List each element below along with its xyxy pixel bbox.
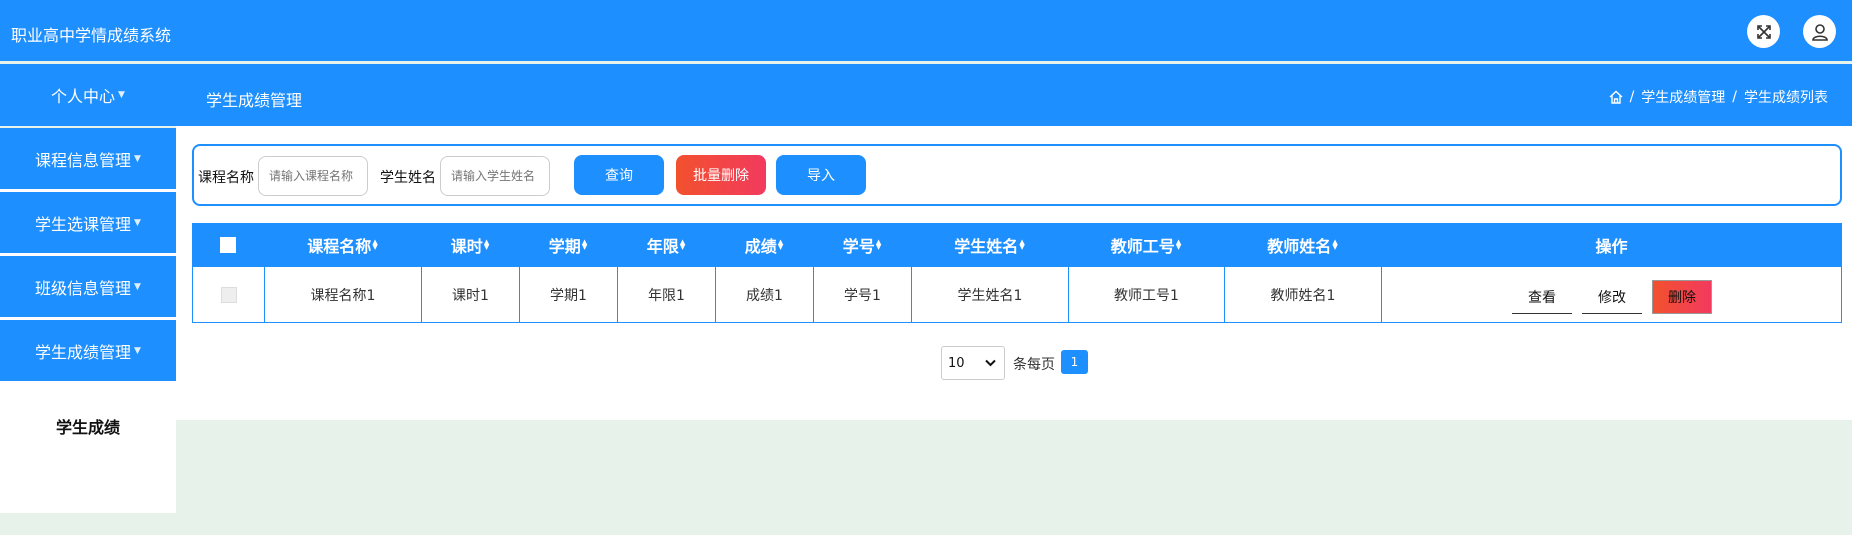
per-page-label: 条每页 <box>1013 357 1055 373</box>
page-size-value: 10 <box>948 355 965 371</box>
chevron-down-icon <box>985 359 996 367</box>
search-bar: 课程名称 学生姓名 查询 批量删除 导入 <box>192 144 1842 206</box>
sidebar: 课程信息管理 ▼ 学生选课管理 ▼ 班级信息管理 ▼ 学生成绩管理 ▼ 学生成绩 <box>0 128 176 513</box>
row-select-cell <box>193 267 265 322</box>
sort-icon: ▲ ▼ <box>483 238 490 251</box>
breadcrumb-separator: / <box>1629 89 1635 105</box>
sidebar-item-class-info[interactable]: 班级信息管理 ▼ <box>0 256 176 317</box>
column-header[interactable]: 年限 ▲ ▼ <box>617 223 715 267</box>
fullscreen-button[interactable] <box>1747 15 1780 48</box>
table-cell: 教师工号1 <box>1069 267 1225 322</box>
course-name-input[interactable] <box>258 156 368 196</box>
column-header[interactable]: 课时 ▲ ▼ <box>421 223 519 267</box>
caret-down-icon: ▼ <box>134 281 141 292</box>
delete-button[interactable]: 删除 <box>1652 280 1712 314</box>
breadcrumb-item: 学生成绩列表 <box>1744 90 1828 106</box>
table-cell: 课程名称1 <box>265 267 422 322</box>
student-name-input[interactable] <box>440 156 550 196</box>
sidebar-item-label: 课程信息管理 <box>35 150 132 170</box>
sort-icon: ▲ ▼ <box>679 238 686 251</box>
page-title: 学生成绩管理 <box>206 91 303 110</box>
sidebar-item-label: 学生成绩管理 <box>35 342 132 362</box>
table-cell: 学号1 <box>814 267 912 322</box>
caret-down-icon: ▼ <box>134 217 141 228</box>
sort-icon: ▲ ▼ <box>1019 238 1025 251</box>
sidebar-item-label: 学生选课管理 <box>35 214 132 234</box>
column-header[interactable]: 学期 ▲ ▼ <box>519 223 617 267</box>
view-button[interactable]: 查看 <box>1512 280 1572 314</box>
sidebar-item-label: 班级信息管理 <box>35 278 132 298</box>
column-header[interactable]: 课程名称 ▲ ▼ <box>264 223 421 267</box>
table-cell: 教师姓名1 <box>1225 267 1382 322</box>
personal-center-menu[interactable]: 个人中心 ▼ <box>0 64 176 126</box>
app-title: 职业高中学情成绩系统 <box>11 26 172 45</box>
query-button[interactable]: 查询 <box>574 155 664 195</box>
select-all-cell <box>192 223 264 267</box>
breadcrumb-item[interactable]: 学生成绩管理 <box>1641 87 1725 107</box>
user-icon <box>1811 23 1828 41</box>
column-header-actions: 操作 <box>1595 237 1628 256</box>
sidebar-item-course-selection[interactable]: 学生选课管理 ▼ <box>0 192 176 253</box>
table-cell: 成绩1 <box>716 267 814 322</box>
column-header[interactable]: 成绩 ▲ ▼ <box>715 223 813 267</box>
sidebar-item-course-info[interactable]: 课程信息管理 ▼ <box>0 128 176 189</box>
sort-icon: ▲ ▼ <box>875 238 882 251</box>
actions-cell: 查看 修改 删除 <box>1382 267 1843 322</box>
user-menu-button[interactable] <box>1803 15 1836 48</box>
home-icon[interactable] <box>1609 90 1623 104</box>
sub-header: 个人中心 ▼ 学生成绩管理 / 学生成绩管理 / 学生成绩列表 <box>0 64 1852 126</box>
course-name-label: 课程名称 <box>198 170 254 186</box>
column-header[interactable]: 教师姓名 ▲ ▼ <box>1224 223 1381 267</box>
batch-delete-button[interactable]: 批量删除 <box>676 155 766 195</box>
sort-icon: ▲ ▼ <box>372 238 378 251</box>
column-header[interactable]: 学生姓名 ▲ ▼ <box>911 223 1068 267</box>
caret-down-icon: ▼ <box>118 90 125 100</box>
sort-icon: ▲ ▼ <box>1332 238 1338 251</box>
page-size-select[interactable]: 10 <box>941 346 1005 380</box>
row-checkbox[interactable] <box>220 286 237 303</box>
sort-icon: ▲ ▼ <box>1175 238 1182 251</box>
column-header[interactable]: 学号 ▲ ▼ <box>813 223 911 267</box>
sidebar-subitem-student-scores[interactable]: 学生成绩 <box>0 401 176 451</box>
expand-arrows-icon <box>1756 24 1771 39</box>
column-header[interactable]: 教师工号 ▲ ▼ <box>1068 223 1224 267</box>
table-header: 课程名称 ▲ ▼ 课时 ▲ ▼ 学期 ▲ ▼ 年限 ▲ ▼ 成绩 ▲ ▼ 学号 ▲ ▼ 学生姓名 ▲ ▼ 教… <box>192 223 1842 267</box>
table-cell: 学期1 <box>520 267 618 322</box>
personal-center-label: 个人中心 <box>51 87 116 106</box>
caret-down-icon: ▼ <box>134 345 141 356</box>
student-name-label: 学生姓名 <box>380 170 436 186</box>
top-header: 职业高中学情成绩系统 <box>0 0 1852 61</box>
sidebar-item-score-management[interactable]: 学生成绩管理 ▼ <box>0 320 176 381</box>
edit-button[interactable]: 修改 <box>1582 280 1642 314</box>
sort-icon: ▲ ▼ <box>581 238 588 251</box>
table-cell: 年限1 <box>618 267 716 322</box>
select-all-checkbox[interactable] <box>220 237 236 253</box>
table-cell: 学生姓名1 <box>912 267 1069 322</box>
breadcrumb: / 学生成绩管理 / 学生成绩列表 <box>1609 87 1828 107</box>
main-content: 课程名称 学生姓名 查询 批量删除 导入 课程名称▲▼ 课时▲▼ 学期▲▼ 年限… <box>176 126 1852 420</box>
caret-down-icon: ▼ <box>134 153 141 164</box>
import-button[interactable]: 导入 <box>776 155 866 195</box>
page-number-button[interactable]: 1 <box>1061 350 1088 374</box>
table-row: 课程名称1 课时1 学期1 年限1 成绩1 学号1 学生姓名1 教师工号1 教师… <box>192 267 1842 323</box>
breadcrumb-separator: / <box>1732 89 1737 105</box>
sort-icon: ▲ ▼ <box>777 238 784 251</box>
table-cell: 课时1 <box>422 267 520 322</box>
